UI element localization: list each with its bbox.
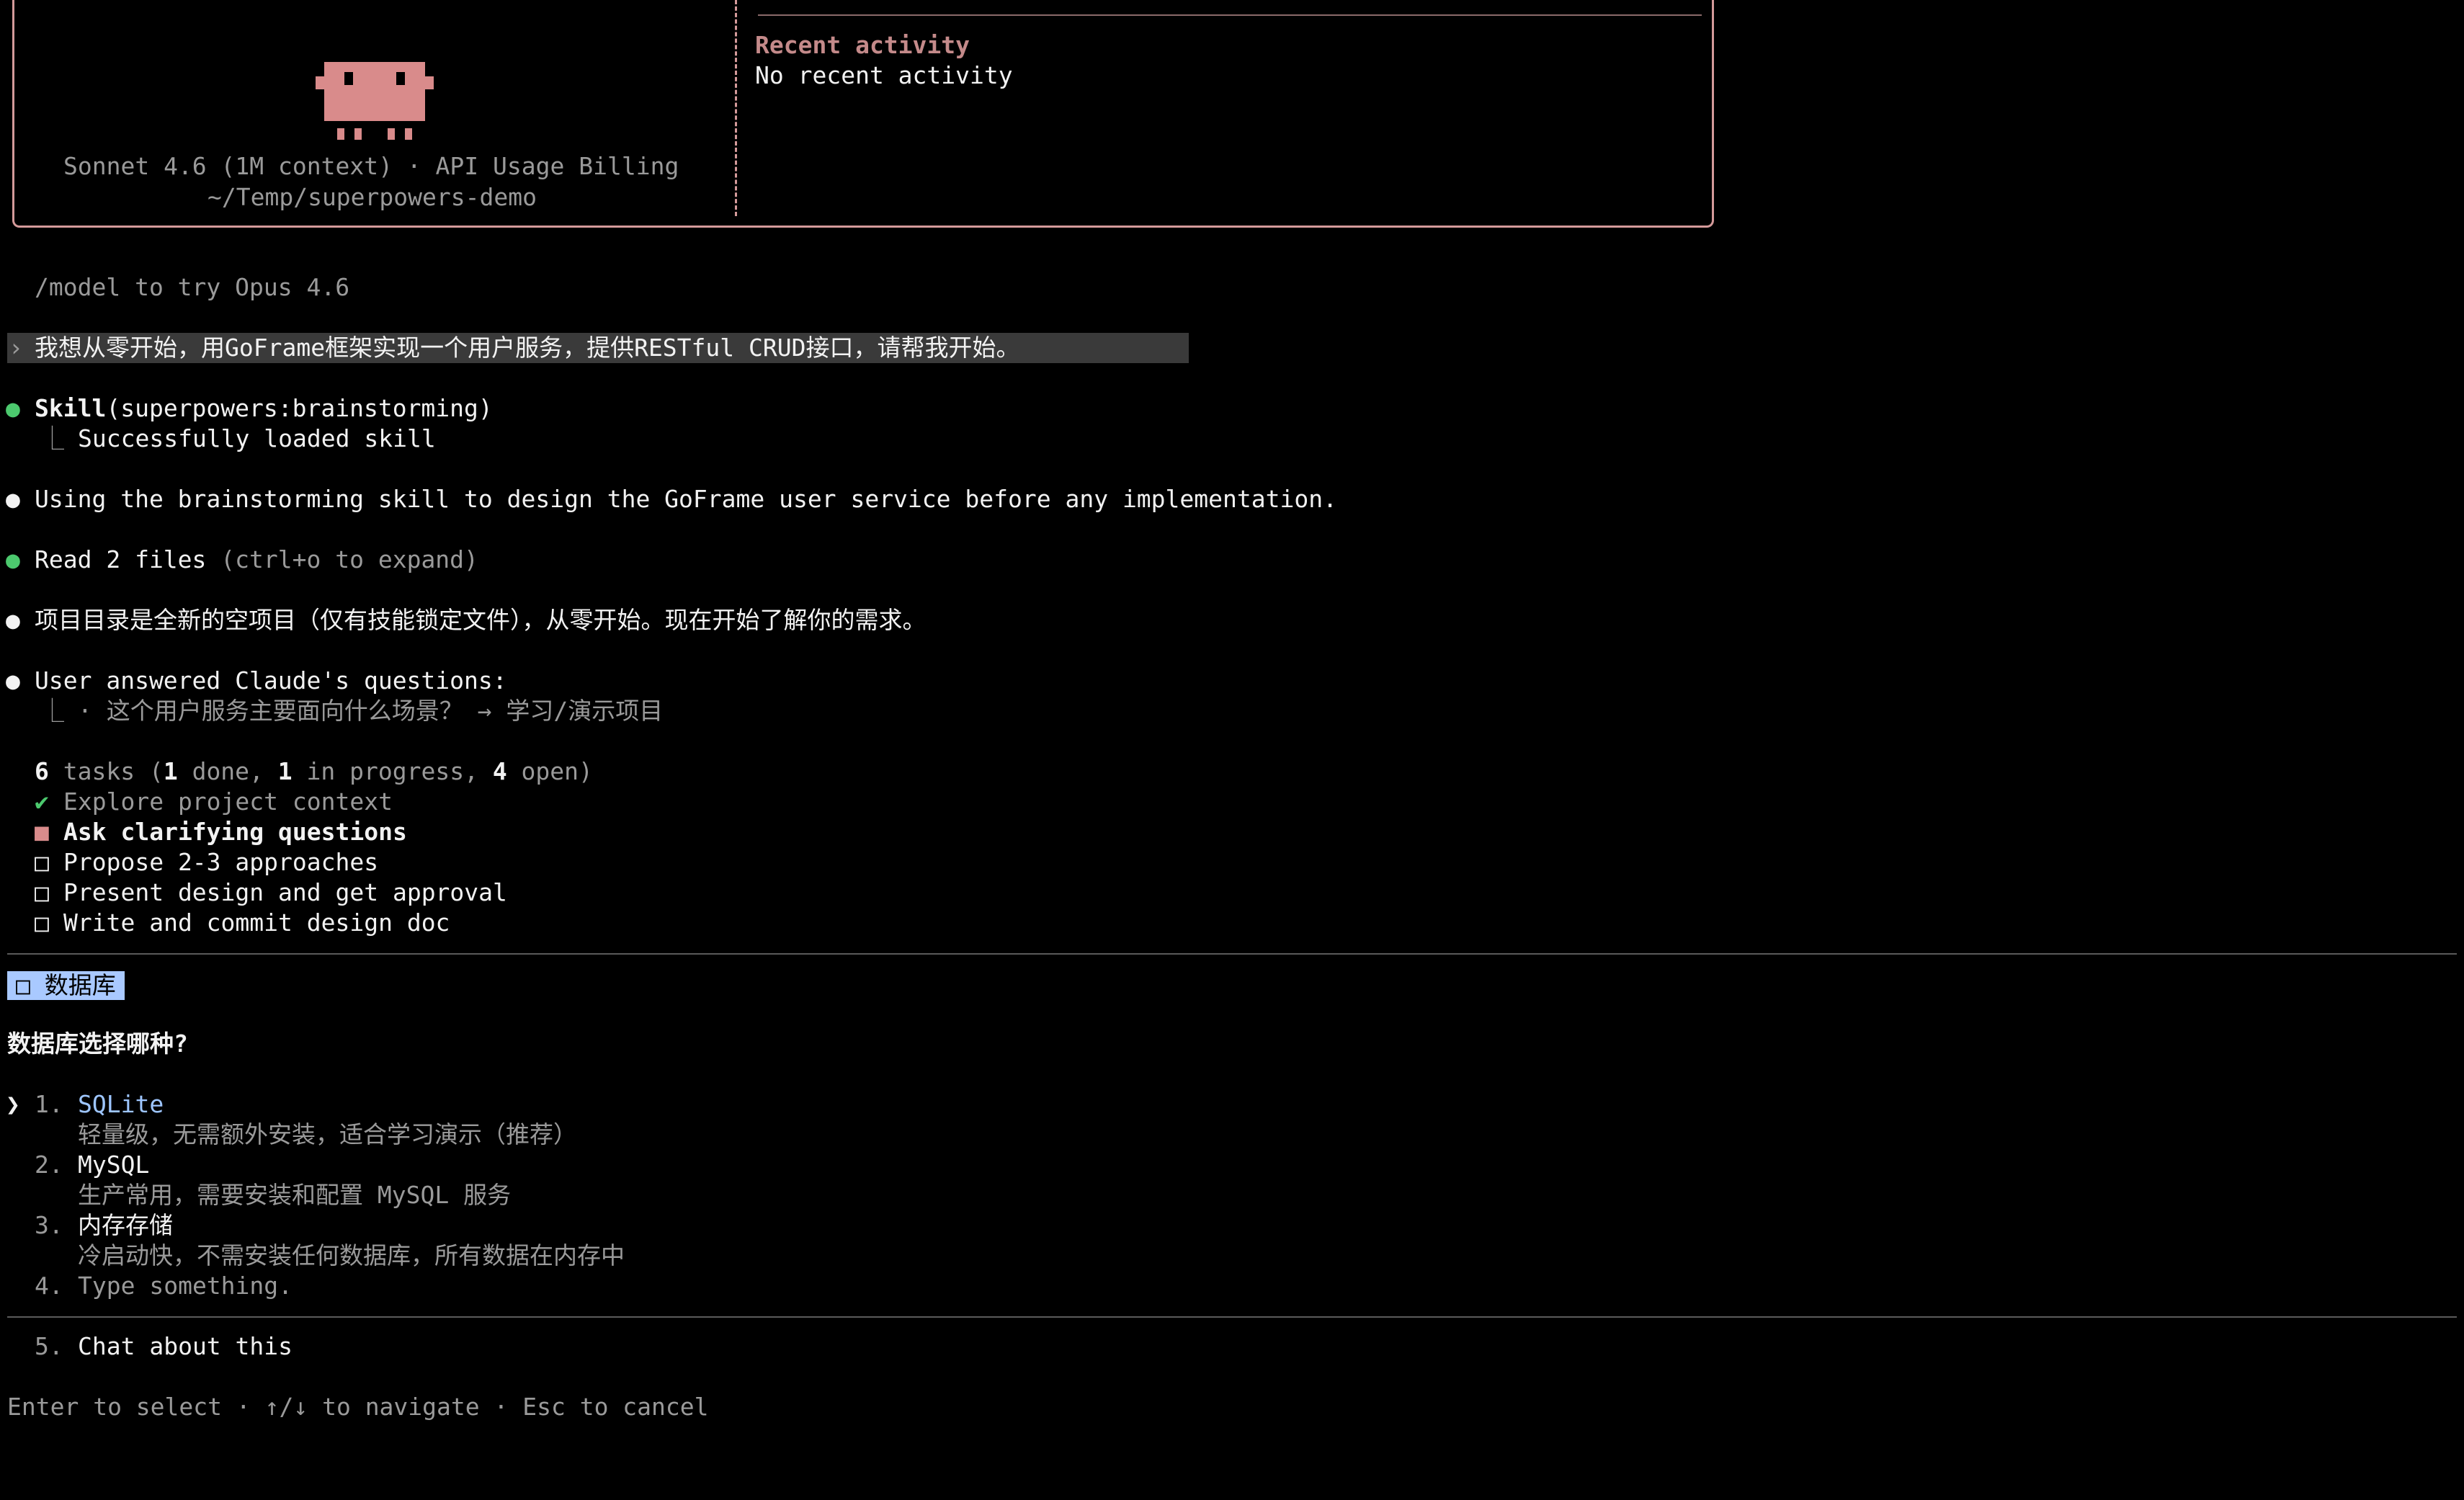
selection-cursor-icon: ❯ (6, 1090, 20, 1118)
option-description: 冷启动快，不需安装任何数据库，所有数据在内存中 (78, 1241, 625, 1269)
option-label: Type something. (78, 1272, 293, 1300)
tasks-done-label: done, (177, 757, 278, 785)
option-label: MySQL (78, 1151, 150, 1179)
skill-call: Skill(superpowers:brainstorming) (35, 393, 493, 424)
question-title: 数据库选择哪种? (7, 1030, 188, 1058)
skill-arg: (superpowers:brainstorming) (106, 394, 493, 422)
tasks-total: 6 (35, 757, 49, 785)
expand-hint: (ctrl+o to expand) (220, 545, 478, 573)
check-icon: ✔ (35, 787, 49, 816)
bullet-icon: ● (6, 606, 20, 634)
option-number: 5. (35, 1332, 63, 1360)
model-tip: /model to try Opus 4.6 (35, 273, 350, 301)
model-info: Sonnet 4.6 (1M context) · API Usage Bill… (63, 152, 679, 180)
tasks-in-progress-count: 1 (277, 757, 293, 785)
prompt-marker: › (9, 334, 23, 362)
option-description: 轻量级，无需额外安装，适合学习演示（推荐） (78, 1120, 577, 1148)
tasks-done-count: 1 (163, 757, 178, 785)
key-hints-footer: Enter to select · ↑/↓ to navigate · Esc … (7, 1393, 709, 1421)
divider (7, 953, 2457, 955)
option-number: 1. (35, 1090, 63, 1118)
tasks-open-label: open) (506, 757, 593, 785)
project-note: 项目目录是全新的空项目（仅有技能锁定文件），从零开始。现在开始了解你的需求。 (35, 606, 927, 634)
option-number: 4. (35, 1272, 63, 1300)
option-number: 3. (35, 1211, 63, 1239)
answered-header: User answered Claude's questions: (35, 666, 507, 695)
recent-activity-text: No recent activity (755, 61, 1013, 89)
status-dot-icon: ● (6, 545, 20, 573)
option-label: 内存存储 (78, 1211, 173, 1239)
task-item-open: Write and commit design doc (63, 909, 450, 937)
option-number: 2. (35, 1151, 63, 1179)
status-dot-icon: ● (6, 394, 20, 422)
claude-mascot-icon (316, 62, 434, 140)
read-files-label: Read 2 files (35, 545, 207, 573)
assistant-message: Using the brainstorming skill to design … (35, 485, 1337, 513)
bullet-icon: ● (6, 666, 20, 695)
tasks-summary: 6 tasks (1 done, 1 in progress, 4 open) (35, 756, 593, 787)
tasks-open-count: 4 (492, 757, 507, 785)
skill-name: Skill (35, 394, 107, 422)
in-progress-square-icon: ■ (35, 818, 49, 846)
recent-activity-title: Recent activity (755, 31, 970, 59)
open-square-icon: □ (35, 878, 49, 906)
answer-detail: · 这个用户服务主要面向什么场景？ → 学习/演示项目 (78, 697, 664, 725)
option-label: SQLite (78, 1090, 164, 1118)
task-item-done: Explore project context (63, 787, 393, 816)
divider (7, 1316, 2457, 1318)
option-label: Chat about this (78, 1332, 293, 1360)
skill-result: Successfully loaded skill (78, 424, 436, 452)
user-prompt: 我想从零开始，用GoFrame框架实现一个用户服务，提供RESTful CRUD… (35, 334, 1020, 362)
open-square-icon: □ (35, 848, 49, 876)
tab-database[interactable]: □ 数据库 (7, 971, 125, 1000)
working-directory: ~/Temp/superpowers-demo (207, 183, 537, 211)
tasks-in-progress-label: in progress, (292, 757, 493, 785)
tree-branch-icon: ⎿ (40, 697, 64, 725)
recent-activity-rule (758, 14, 1702, 16)
task-item-open: Present design and get approval (63, 878, 507, 906)
read-files-entry: Read 2 files (ctrl+o to expand) (35, 545, 478, 575)
open-square-icon: □ (35, 909, 49, 937)
tasks-summary-text: tasks ( (48, 757, 164, 785)
bullet-icon: ● (6, 485, 20, 513)
task-item-in-progress: Ask clarifying questions (63, 818, 407, 846)
tree-branch-icon: ⎿ (40, 424, 64, 452)
option-description: 生产常用，需要安装和配置 MySQL 服务 (78, 1181, 512, 1209)
header-divider (735, 0, 737, 216)
task-item-open: Propose 2-3 approaches (63, 848, 379, 876)
